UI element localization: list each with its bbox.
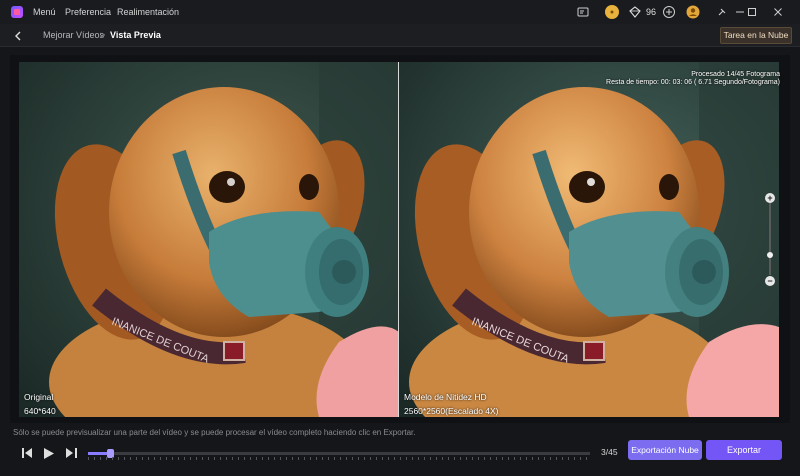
credits-count: 96: [646, 7, 657, 17]
diamond-icon: [629, 6, 641, 18]
back-button[interactable]: [10, 28, 26, 44]
skip-forward-icon: [65, 448, 77, 458]
menu-item-feedback[interactable]: Realimentación: [117, 0, 179, 24]
breadcrumb-current: Vista Previa: [110, 30, 161, 40]
next-frame-button[interactable]: [64, 446, 78, 460]
cloud-export-button[interactable]: Exportación Nube: [628, 440, 702, 460]
skip-back-icon: [21, 448, 32, 458]
export-button[interactable]: Exportar: [706, 440, 782, 460]
breadcrumb-parent[interactable]: Mejorar Vídeos: [43, 24, 104, 47]
enhanced-resolution: 2560*2560(Escalado 4X): [404, 406, 499, 416]
previous-frame-button[interactable]: [20, 446, 34, 460]
original-pane: INANICE DE COUTA Original 640*640: [19, 62, 399, 417]
enhanced-image: INANICE DE COUTA: [399, 62, 779, 417]
cloud-task-button[interactable]: Tarea en la Nube: [720, 27, 792, 44]
screen-record-icon[interactable]: [576, 5, 590, 19]
chevron-left-icon: [15, 31, 21, 41]
timeline-ticks: [88, 457, 590, 460]
add-icon[interactable]: [662, 5, 676, 19]
time-remaining: Resta de tiempo: 00: 03: 06 ( 6.71 Segun…: [606, 79, 780, 86]
timeline[interactable]: [88, 449, 590, 458]
menu-item-preferences[interactable]: Preferencia: [65, 0, 111, 24]
processing-info: Procesado 14/45 Fotograma Resta de tiemp…: [606, 71, 780, 87]
zoom-slider-handle[interactable]: [767, 252, 773, 258]
coin-icon[interactable]: ●: [605, 5, 619, 19]
frame-counter: 3/45: [601, 447, 618, 457]
enhanced-pane: INANICE DE COUTA Modelo de Nitidez HD 25…: [399, 62, 779, 417]
play-icon: [44, 447, 54, 459]
zoom-out-button[interactable]: −: [765, 276, 775, 286]
zoom-slider[interactable]: [769, 203, 771, 275]
original-image: INANICE DE COUTA: [19, 62, 399, 417]
avatar-icon[interactable]: [686, 5, 700, 19]
preview-area: INANICE DE COUTA Original 640*640 INANIC…: [10, 55, 790, 423]
preview-notice: Sólo se puede previsualizar una parte de…: [13, 428, 416, 437]
close-icon[interactable]: [766, 0, 790, 24]
zoom-in-button[interactable]: +: [765, 193, 775, 203]
original-title: Original: [24, 392, 54, 402]
app-logo: [11, 6, 23, 18]
processed-frames: Procesado 14/45 Fotograma: [691, 71, 780, 78]
menu-item-menu[interactable]: Menú: [33, 0, 56, 24]
maximize-icon[interactable]: [740, 0, 764, 24]
enhanced-title: Modelo de Nitidez HD: [404, 392, 487, 402]
title-bar: Menú Preferencia Realimentación ● 96: [0, 0, 800, 24]
nav-bar: Mejorar Vídeos > Vista Previa Tarea en l…: [0, 24, 800, 47]
original-resolution: 640*640: [24, 406, 56, 416]
play-button[interactable]: [42, 446, 56, 460]
breadcrumb-separator: >: [100, 30, 106, 40]
